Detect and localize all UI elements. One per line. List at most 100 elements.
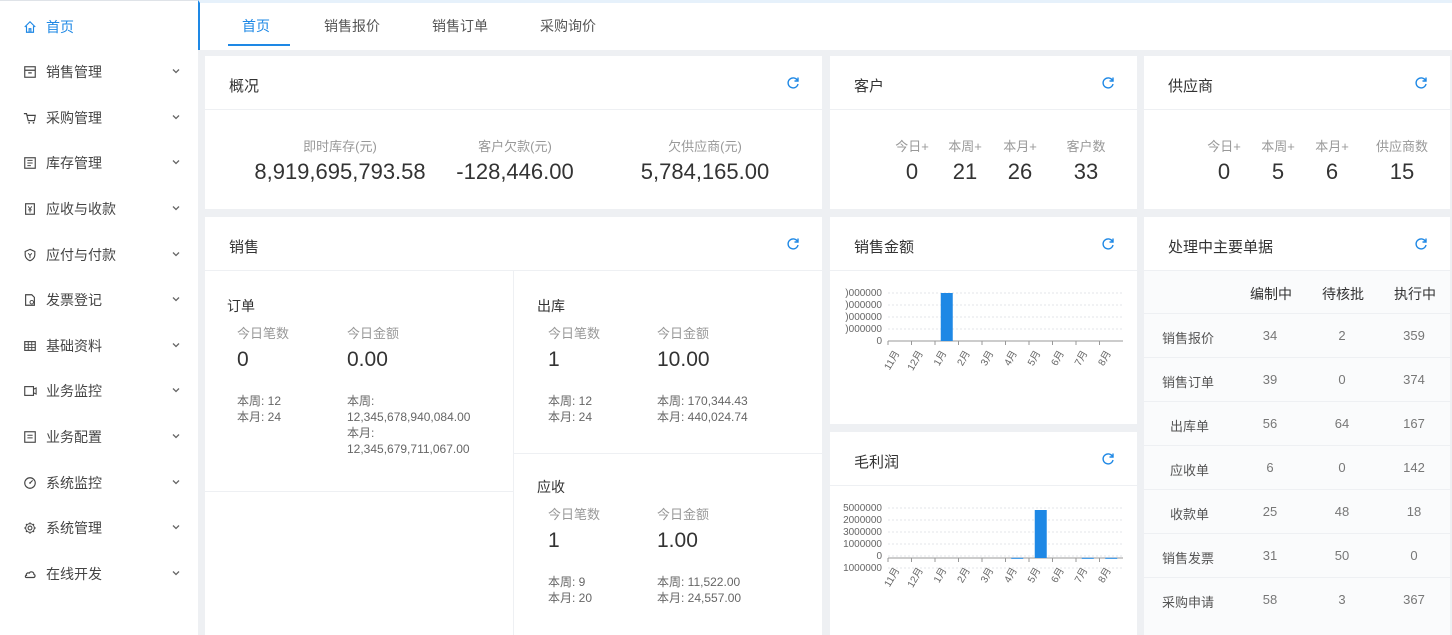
chevron-down-icon[interactable] [170, 156, 182, 168]
chevron-down-icon[interactable] [170, 111, 182, 123]
outbound-title: 出库 [537, 298, 565, 314]
chevron-down-icon[interactable] [170, 339, 182, 351]
sidebar-item-label: 应收与收款 [46, 201, 116, 217]
gross-profit-header: 毛利润 [830, 432, 1137, 486]
sidebar-item-label: 业务配置 [46, 429, 102, 445]
bar[interactable] [1011, 557, 1024, 559]
chevron-down-icon[interactable] [170, 248, 182, 260]
outbound-count-label: 今日笔数 [548, 326, 601, 341]
sidebar-item-receivable[interactable]: 应收与收款 [0, 189, 198, 229]
table-row[interactable]: 出库单 56 64 167 [1144, 401, 1450, 445]
chevron-down-icon[interactable] [170, 202, 182, 214]
table-row[interactable]: 采购申请 58 3 367 [1144, 577, 1450, 621]
cloud-icon [22, 566, 38, 582]
chevron-down-icon[interactable] [170, 430, 182, 442]
refresh-icon[interactable] [786, 76, 800, 90]
customer-title: 客户 [854, 78, 885, 95]
refresh-icon[interactable] [1101, 237, 1115, 251]
customer-debt-value: -128,446.00 [456, 159, 574, 184]
pending-table: 编制中 待核批 执行中 销售报价 34 2 359 销售订单 39 0 374 出库单 56 64 1… [1144, 271, 1450, 635]
supplier-debt-label: 欠供应商(元) [668, 139, 742, 154]
x-tick-label: 4月 [1002, 349, 1020, 368]
sidebar-item-grid[interactable]: 基础资料 [0, 326, 198, 366]
x-tick-label: 8月 [1096, 566, 1114, 585]
row-doc-name: 出库单 [1170, 419, 1210, 434]
tab-sales-order[interactable]: 销售订单 [432, 3, 488, 50]
bar[interactable] [1034, 510, 1047, 558]
table-row[interactable]: 销售报价 34 2 359 [1144, 313, 1450, 357]
order-count-label: 今日笔数 [237, 326, 290, 341]
supplier-total-value: 15 [1389, 159, 1415, 184]
receivable-week-count: 本周: 9 [548, 575, 586, 589]
receivable-month-amount: 本月: 24,557.00 [657, 591, 742, 605]
cart-icon [22, 110, 38, 126]
outbound-amount-value: 10.00 [657, 348, 710, 371]
chevron-down-icon[interactable] [170, 521, 182, 533]
refresh-icon[interactable] [1414, 76, 1428, 90]
order-week-amount: 12,345,678,940,084.00 [347, 410, 471, 424]
customer-total-value: 33 [1073, 159, 1099, 184]
sidebar-item-gauge[interactable]: 系统监控 [0, 463, 198, 503]
refresh-icon[interactable] [1414, 237, 1428, 251]
active-tab-indicator [228, 44, 290, 46]
cell-pending-approval: 3 [1338, 592, 1346, 607]
refresh-icon[interactable] [1101, 452, 1115, 466]
sidebar-item-label: 库存管理 [46, 155, 102, 171]
gauge-icon [22, 475, 38, 491]
cell-draft: 56 [1262, 416, 1278, 431]
chevron-down-icon[interactable] [170, 384, 182, 396]
pending-docs-card: 处理中主要单据 编制中 待核批 执行中 销售报价 34 2 359 销售订单 39 0 374… [1144, 217, 1450, 635]
cell-pending-approval: 64 [1334, 416, 1350, 431]
order-week-count: 本周: 12 [237, 394, 282, 408]
bar[interactable] [1105, 557, 1118, 559]
refresh-icon[interactable] [786, 237, 800, 251]
supplier-today-value: 0 [1217, 159, 1231, 184]
cell-draft: 58 [1262, 592, 1278, 607]
monitor-icon [22, 383, 38, 399]
chevron-down-icon[interactable] [170, 293, 182, 305]
sidebar-item-label: 在线开发 [46, 566, 102, 582]
sidebar-item-config[interactable]: 业务配置 [0, 417, 198, 457]
outbound-month-count: 本月: 24 [548, 410, 593, 424]
bar[interactable] [940, 293, 953, 341]
order-amount-value: 0.00 [347, 348, 388, 371]
tab-purchase-inquiry[interactable]: 采购询价 [540, 3, 596, 50]
sidebar-item-monitor[interactable]: 业务监控 [0, 371, 198, 411]
x-tick-label: 11月 [882, 566, 903, 590]
chevron-down-icon[interactable] [170, 65, 182, 77]
tab-home[interactable]: 首页 [242, 3, 270, 50]
table-row[interactable]: 应收单 6 0 142 [1144, 445, 1450, 489]
sidebar-item-payable[interactable]: 应付与付款 [0, 235, 198, 275]
supplier-week-value: 5 [1271, 159, 1285, 184]
sidebar-item-home[interactable]: 首页 [0, 7, 198, 47]
receivable-count-value: 1 [548, 529, 560, 552]
sidebar-item-cloud[interactable]: 在线开发 [0, 554, 198, 594]
sidebar-item-label: 基础资料 [46, 338, 102, 354]
y-tick-label: )000000 [845, 324, 882, 335]
sidebar-item-sales[interactable]: 销售管理 [0, 52, 198, 92]
chevron-down-icon[interactable] [170, 567, 182, 579]
tab-bar: 首页 销售报价 销售订单 采购询价 [198, 0, 1452, 50]
y-tick-label: 1000000 [843, 563, 882, 574]
sidebar-item-invoice[interactable]: 发票登记 [0, 280, 198, 320]
payable-icon [22, 247, 38, 263]
outbound-week-amount: 本周: 170,344.43 [657, 394, 748, 408]
sidebar-item-gear[interactable]: 系统管理 [0, 508, 198, 548]
cell-executing: 367 [1403, 592, 1425, 607]
cell-pending-approval: 48 [1334, 504, 1350, 519]
receivable-icon [22, 201, 38, 217]
tab-sales-quote[interactable]: 销售报价 [324, 3, 380, 50]
customer-month-value: 26 [1007, 159, 1033, 184]
table-row[interactable]: 销售发票 31 50 0 [1144, 533, 1450, 577]
sidebar-item-label: 应付与付款 [46, 247, 116, 263]
sales-card: 销售 订单 今日笔数 今日金额 0 0.00 本周: 12 本月: 24 本周:… [205, 217, 822, 635]
row-doc-name: 销售报价 [1162, 331, 1215, 346]
table-row[interactable]: 收款单 25 48 18 [1144, 489, 1450, 533]
table-row[interactable]: 销售订单 39 0 374 [1144, 357, 1450, 401]
refresh-icon[interactable] [1101, 76, 1115, 90]
sidebar-item-inventory[interactable]: 库存管理 [0, 143, 198, 183]
bar[interactable] [1081, 557, 1094, 559]
chevron-down-icon[interactable] [170, 476, 182, 488]
header-draft: 编制中 [1250, 286, 1292, 302]
sidebar-item-cart[interactable]: 采购管理 [0, 98, 198, 138]
